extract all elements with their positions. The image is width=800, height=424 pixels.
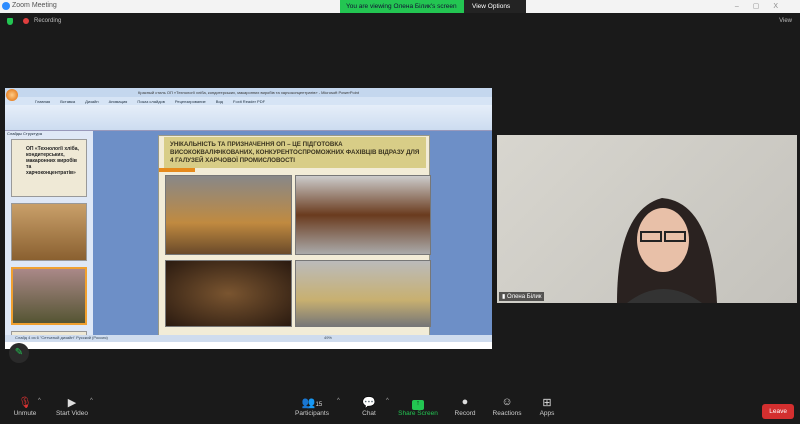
apps-button[interactable]: ⊞ Apps <box>537 396 557 417</box>
start-video-label: Start Video <box>55 410 89 417</box>
ribbon-tab: Foxit Reader PDF <box>233 98 266 104</box>
ribbon-tabs: Главная Вставка Дизайн Анимация Показ сл… <box>5 97 492 105</box>
reactions-label: Reactions <box>492 410 522 417</box>
unmute-label: Unmute <box>13 410 37 417</box>
participants-icon: 👥15 <box>301 397 323 409</box>
ppt-title: Красный стиль ОП «Технології хліба, конд… <box>5 88 492 97</box>
unmute-button[interactable]: 🎙 Unmute <box>10 396 40 417</box>
thumb-title: ОП «Технології хліба, кондитерських, мак… <box>26 146 79 176</box>
orange-accent <box>159 168 195 172</box>
ppt-status-bar: Слайд 4 из 6 "Сетчатый дизайн" Русский (… <box>5 335 492 342</box>
apps-icon: ⊞ <box>542 397 552 409</box>
meeting-toolbar: 🎙 Unmute ^ ▶ Start Video ^ 👥15 Participants… <box>0 390 800 424</box>
window-controls[interactable]: –▢X <box>735 2 792 10</box>
chat-icon: 💬 <box>362 397 376 409</box>
ppt-body: Слайды Структура ОП «Технології хліба, к… <box>5 131 492 342</box>
production-line-photo <box>295 260 431 327</box>
participants-label: Participants <box>295 410 329 417</box>
recording-icon <box>23 18 29 24</box>
participants-count: 15 <box>315 402 323 408</box>
chat-caret[interactable]: ^ <box>386 398 389 404</box>
muted-mic-icon: 🎙 <box>18 397 32 409</box>
reactions-icon: ☺ <box>501 396 513 408</box>
view-button[interactable]: View <box>779 18 792 24</box>
record-button[interactable]: ● Record <box>452 396 478 417</box>
zoom-level: 49% <box>323 335 332 340</box>
slide-title: УНІКАЛЬНІСТЬ ТА ПРИЗНАЧЕННЯ ОП – ЦЕ ПІДГ… <box>164 137 426 168</box>
slide-thumb-3 <box>11 267 87 325</box>
title-bar: Zoom Meeting You are viewing Олена Білик… <box>0 0 800 13</box>
share-screen-icon: ↑ <box>398 396 438 410</box>
ribbon-tab: Вид <box>215 98 224 104</box>
participants-button[interactable]: 👥15 Participants <box>292 396 332 417</box>
meeting-topbar: Recording View <box>0 13 800 30</box>
window-title: Zoom Meeting <box>12 2 57 9</box>
leave-button[interactable]: Leave <box>762 404 794 419</box>
chocolate-conveyor-photo <box>295 175 431 255</box>
view-options-button[interactable]: View Options <box>464 0 526 13</box>
participants-caret[interactable]: ^ <box>337 398 340 404</box>
record-icon: ● <box>461 396 469 408</box>
participant-image <box>617 198 717 303</box>
zoom-logo-icon <box>2 2 10 10</box>
recording-label: Recording <box>34 18 62 24</box>
ribbon-tab: Главная <box>35 98 51 104</box>
security-shield-icon[interactable] <box>7 18 13 25</box>
annotate-pencil-icon[interactable]: ✎ <box>9 343 29 363</box>
roasting-photo <box>165 260 292 327</box>
panel-tabs: Слайды Структура <box>5 131 93 137</box>
video-off-icon: ▶ <box>67 397 77 409</box>
participant-video: ▮ Олена Білик <box>497 135 797 303</box>
share-screen-label: Share Screen <box>398 410 438 417</box>
video-options-caret[interactable]: ^ <box>90 398 93 404</box>
slides-panel: Слайды Структура ОП «Технології хліба, к… <box>5 131 93 342</box>
ribbon <box>5 105 492 131</box>
participant-name-label: ▮ Олена Білик <box>499 292 545 301</box>
slide-thumb-1: ОП «Технології хліба, кондитерських, мак… <box>11 139 87 197</box>
ribbon-tab: Вставка <box>60 98 76 104</box>
slide: УНІКАЛЬНІСТЬ ТА ПРИЗНАЧЕННЯ ОП – ЦЕ ПІДГ… <box>158 135 431 338</box>
panel-tab: Слайды <box>7 131 22 136</box>
panel-tab: Структура <box>23 131 42 136</box>
start-video-button[interactable]: ▶ Start Video <box>55 396 89 417</box>
chat-button[interactable]: 💬 Chat <box>357 396 381 417</box>
share-screen-button[interactable]: ↑ Share Screen <box>398 396 438 417</box>
viewing-banner-text: You are viewing Олена Білик's screen <box>340 0 464 13</box>
ribbon-tab: Дизайн <box>85 98 99 104</box>
shared-screen: Красный стиль ОП «Технології хліба, конд… <box>5 88 492 349</box>
record-label: Record <box>454 410 476 417</box>
chat-label: Chat <box>362 410 376 417</box>
audio-options-caret[interactable]: ^ <box>38 398 41 404</box>
status-text: Слайд 4 из 6 "Сетчатый дизайн" Русский (… <box>15 335 108 340</box>
slide-thumb-2 <box>11 203 87 261</box>
ribbon-tab: Рецензирование <box>174 98 206 104</box>
office-button-icon <box>6 89 18 101</box>
ribbon-tab: Анимация <box>108 98 128 104</box>
share-banner: You are viewing Олена Білик's screen Vie… <box>340 0 526 13</box>
bakery-photo <box>165 175 292 255</box>
apps-label: Apps <box>539 410 555 417</box>
participant-name: Олена Білик <box>506 294 542 300</box>
ribbon-tab: Показ слайдов <box>137 98 165 104</box>
reactions-button[interactable]: ☺ Reactions <box>491 396 523 417</box>
